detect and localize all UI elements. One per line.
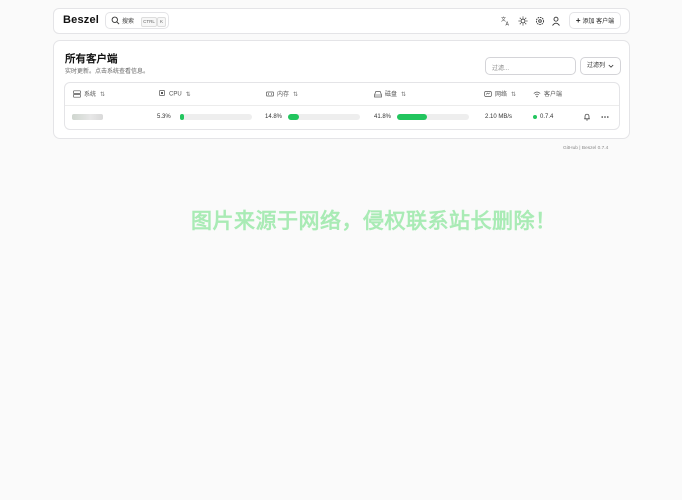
wifi-icon bbox=[533, 91, 541, 97]
all-clients-card: 所有客户端 实时更新。点击系统查看信息。 过滤... 过滤列 系统 ⇅ CPU ⇅ bbox=[53, 40, 630, 139]
memory-usage-fill bbox=[288, 114, 299, 120]
filter-placeholder: 过滤... bbox=[492, 66, 510, 72]
chevron-down-icon bbox=[608, 64, 614, 68]
app-logo[interactable]: Beszel bbox=[63, 14, 99, 26]
column-label-memory: 内存 bbox=[277, 92, 290, 98]
page-title: 所有客户端 bbox=[65, 53, 118, 65]
filter-input[interactable]: 过滤... bbox=[485, 57, 576, 75]
add-client-label: 添加 客户端 bbox=[582, 19, 615, 25]
top-navigation-bar: Beszel 搜索 CTRL K 文 A + 添加 客户端 bbox=[53, 8, 630, 34]
shortcut-k-key: K bbox=[157, 16, 166, 27]
sort-icon: ⇅ bbox=[100, 92, 106, 98]
cpu-value: 5.3% bbox=[157, 114, 171, 120]
shortcut-ctrl-key: CTRL bbox=[141, 16, 157, 27]
column-label-cpu: CPU bbox=[169, 91, 182, 98]
memory-value: 14.8% bbox=[265, 114, 283, 120]
column-header-agent[interactable]: 客户端 bbox=[533, 89, 562, 98]
column-header-cpu[interactable]: CPU ⇅ bbox=[158, 89, 191, 98]
add-client-button[interactable]: + 添加 客户端 bbox=[569, 12, 621, 29]
page-subtitle: 实时更新。点击系统查看信息。 bbox=[65, 69, 150, 75]
column-header-network[interactable]: 网络 ⇅ bbox=[484, 89, 516, 98]
network-value: 2.10 MB/s bbox=[485, 114, 513, 120]
theme-toggle-icon[interactable] bbox=[518, 16, 528, 26]
column-label-system: 系统 bbox=[84, 92, 97, 98]
cpu-icon bbox=[159, 90, 165, 96]
cpu-usage-bar bbox=[180, 114, 252, 120]
column-filter-button[interactable]: 过滤列 bbox=[580, 57, 621, 75]
cpu-usage-fill bbox=[180, 114, 184, 120]
github-link[interactable]: GitHub bbox=[563, 146, 578, 151]
language-icon[interactable]: 文 A bbox=[501, 16, 511, 26]
column-header-disk[interactable]: 磁盘 ⇅ bbox=[374, 89, 406, 98]
disk-icon bbox=[374, 90, 382, 97]
agent-version: 0.7.4 bbox=[540, 114, 554, 120]
systems-table: 系统 ⇅ CPU ⇅ 内存 ⇅ 磁盘 ⇅ 网络 ⇅ 客户端 5.3% 14.8%… bbox=[64, 82, 620, 130]
column-header-system[interactable]: 系统 ⇅ bbox=[73, 89, 105, 98]
sort-icon: ⇅ bbox=[511, 92, 517, 98]
more-actions-icon[interactable] bbox=[601, 113, 609, 121]
plus-icon: + bbox=[575, 16, 581, 25]
footer: GitHub | Beszel 0.7.4 bbox=[563, 146, 608, 151]
agent-status-dot bbox=[533, 115, 537, 119]
column-label-network: 网络 bbox=[495, 92, 508, 98]
bell-icon[interactable] bbox=[583, 113, 591, 121]
svg-text:A: A bbox=[506, 22, 510, 27]
network-icon bbox=[484, 90, 492, 97]
sort-icon: ⇅ bbox=[185, 91, 191, 98]
sort-icon: ⇅ bbox=[293, 92, 299, 98]
column-label-agent: 客户端 bbox=[544, 92, 563, 98]
server-icon bbox=[73, 89, 81, 98]
search-icon bbox=[111, 16, 120, 25]
settings-icon[interactable] bbox=[535, 16, 545, 26]
column-header-memory[interactable]: 内存 ⇅ bbox=[266, 89, 298, 98]
watermark-text: 图片来源于网络，侵权联系站长删除！ bbox=[191, 210, 557, 233]
disk-usage-bar bbox=[397, 114, 469, 120]
column-label-disk: 磁盘 bbox=[385, 92, 398, 98]
disk-usage-fill bbox=[397, 114, 428, 120]
user-icon[interactable] bbox=[551, 16, 561, 26]
system-name-redacted[interactable] bbox=[72, 114, 103, 120]
search-button[interactable]: 搜索 CTRL K bbox=[105, 12, 169, 29]
version-link[interactable]: Beszel 0.7.4 bbox=[582, 146, 608, 151]
search-label: 搜索 bbox=[122, 19, 135, 25]
footer-separator: | bbox=[579, 146, 581, 151]
memory-icon bbox=[266, 91, 274, 96]
disk-value: 41.8% bbox=[374, 114, 392, 120]
sort-icon: ⇅ bbox=[401, 92, 407, 98]
table-header: 系统 ⇅ CPU ⇅ 内存 ⇅ 磁盘 ⇅ 网络 ⇅ 客户端 bbox=[65, 83, 619, 106]
column-filter-label: 过滤列 bbox=[587, 63, 606, 69]
memory-usage-bar bbox=[288, 114, 360, 120]
